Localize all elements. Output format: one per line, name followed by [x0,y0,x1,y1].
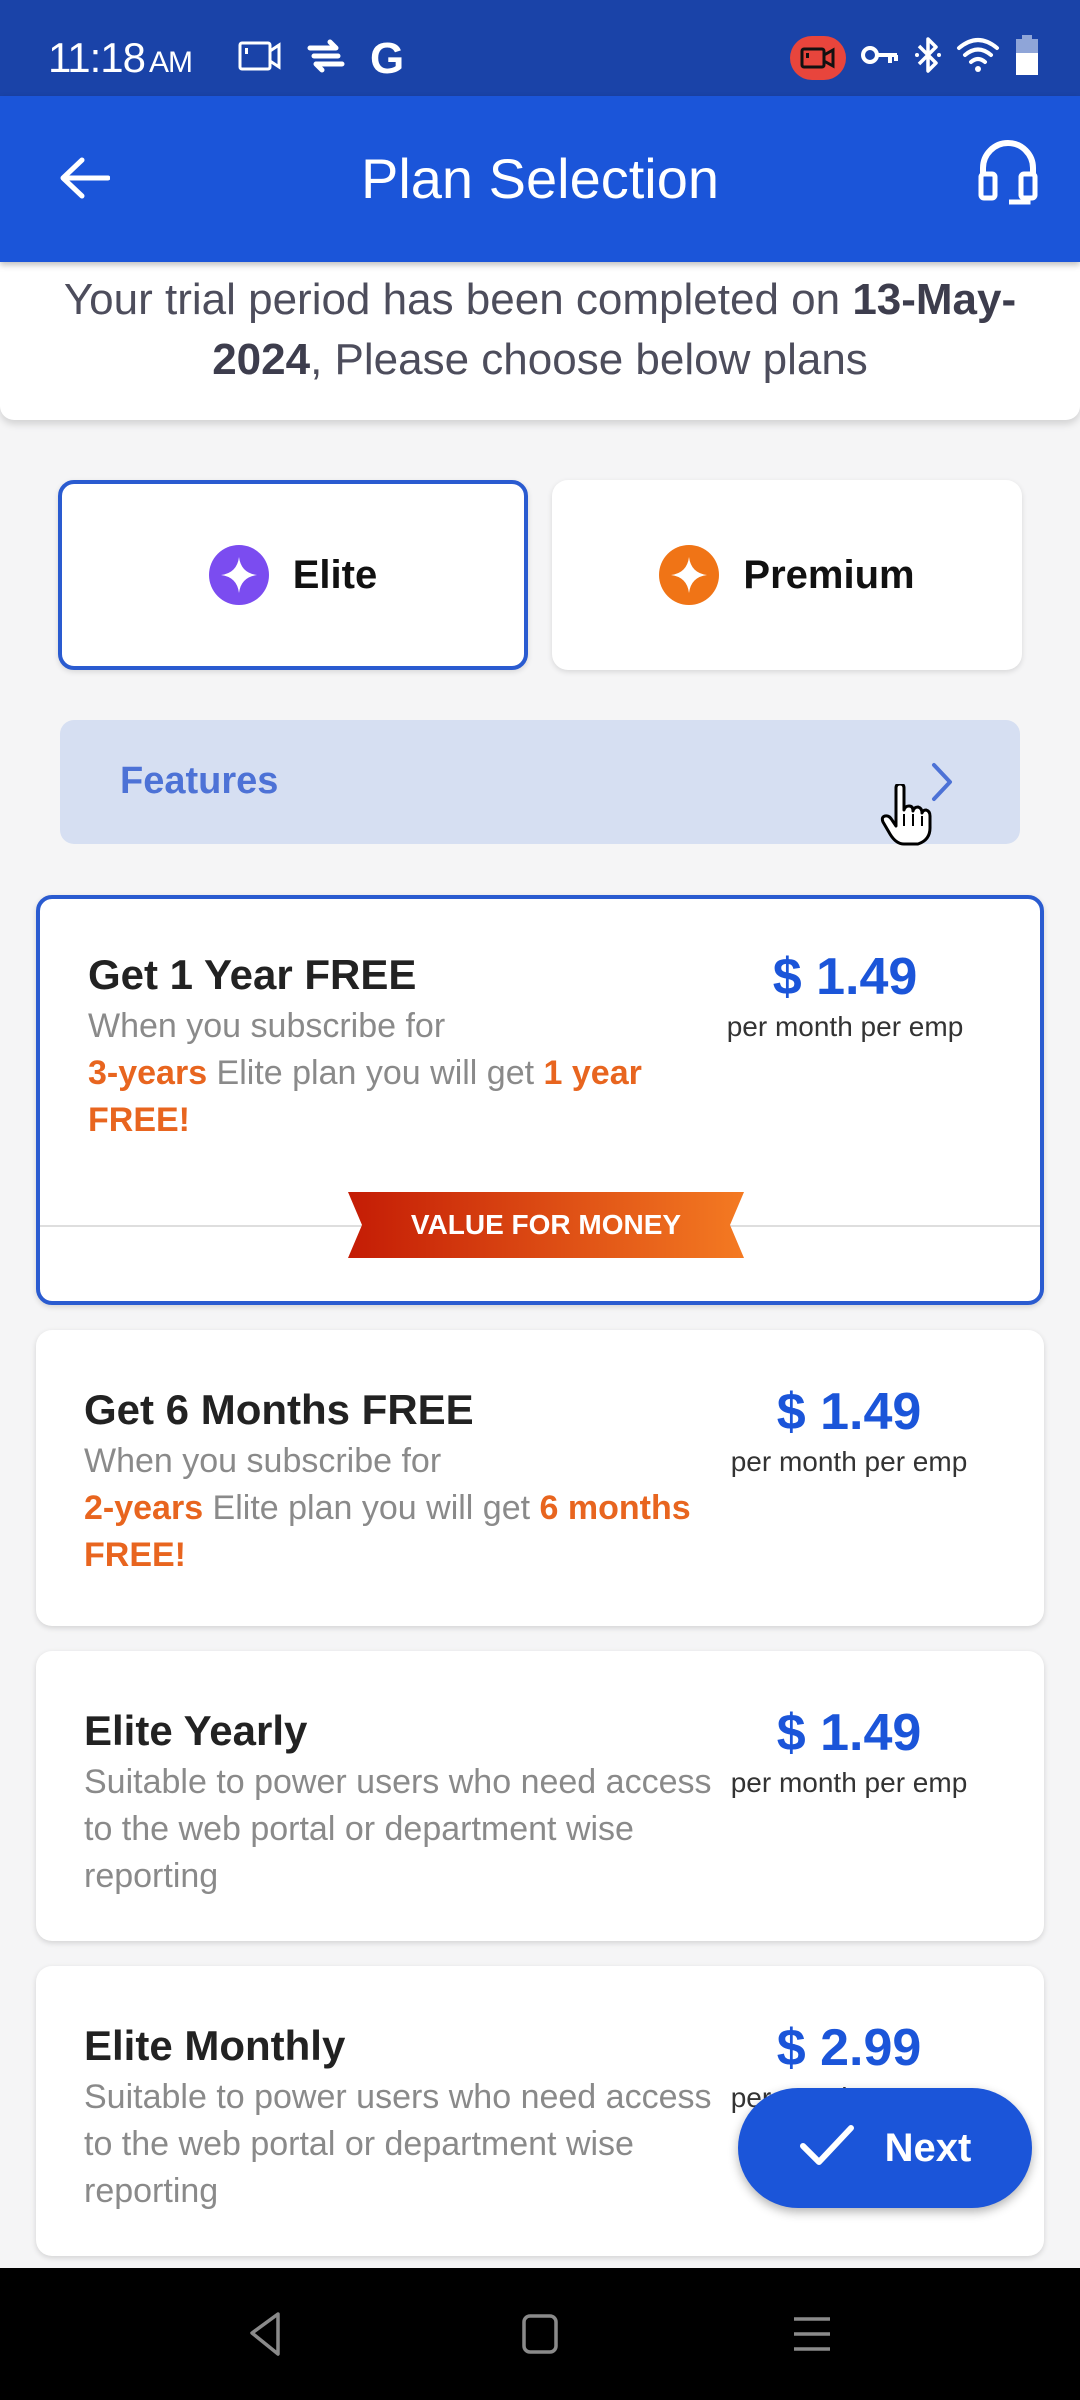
check-icon [799,2124,855,2173]
ampm-text: AM [149,46,193,79]
wifi-icon [956,36,1000,79]
trial-message-suffix: , Please choose below plans [310,335,868,384]
plan-title: Elite Monthly [84,2022,346,2069]
plan-price: $ 1.49 per month per emp [704,1382,994,1478]
nav-home-button[interactable] [510,2306,570,2366]
plan-title: Elite Yearly [84,1707,308,1754]
plan-tab-elite[interactable]: Elite [58,480,528,670]
desc-highlight: 3-years [88,1054,208,1092]
price-amount: $ 1.49 [772,948,918,1006]
features-label: Features [120,760,279,802]
sync-icon [304,38,348,79]
trial-message-text: Your trial period has been completed on [63,275,853,324]
status-time: 11:18 AM [48,34,193,82]
sparkle-icon [659,545,720,605]
recording-badge-icon [790,35,846,80]
desc-text: Elite plan you will get [207,1054,544,1092]
plan-description: When you subscribe for 3-years Elite pla… [88,1003,738,1144]
price-amount: $ 1.49 [776,1383,922,1441]
plan-price: $ 1.49 per month per emp [700,947,990,1043]
google-icon: G [370,33,405,83]
recents-nav-icon [792,2314,832,2359]
sparkle-icon [208,545,269,605]
price-amount: $ 2.99 [776,2019,922,2077]
price-unit: per month per emp [730,1767,968,1798]
next-label: Next [884,2125,972,2170]
plan-description: Suitable to power users who need access … [84,1763,712,1895]
plan-tab-premium[interactable]: Premium [552,480,1022,670]
plan-title: Get 6 Months FREE [84,1386,474,1433]
home-nav-icon [520,2312,560,2361]
desc-text: When you subscribe for [88,1007,446,1045]
nav-recents-button[interactable] [782,2306,842,2366]
plan-description: Suitable to power users who need access … [84,2078,712,2210]
bluetooth-icon [914,35,942,80]
desc-text: When you subscribe for [84,1442,442,1480]
page-title: Plan Selection [360,147,719,210]
plan-tab-label: Elite [292,552,378,597]
status-bar: 11:18 AM G [0,0,1080,96]
plan-title: Get 1 Year FREE [88,951,417,998]
features-row[interactable]: Features [60,720,1020,844]
back-nav-icon [246,2311,286,2362]
nav-back-button[interactable] [236,2306,296,2366]
app-bar: Plan Selection [0,96,1080,262]
battery-icon [1014,34,1040,81]
hand-pointer-cursor-icon [880,782,936,851]
plan-card-1-year-free[interactable]: Get 1 Year FREE When you subscribe for 3… [36,895,1044,1305]
value-for-money-badge: VALUE FOR MONEY [348,1192,744,1258]
support-button[interactable] [972,134,1044,214]
plan-description: When you subscribe for 2-years Elite pla… [84,1438,734,1579]
plan-card-6-months-free[interactable]: Get 6 Months FREE When you subscribe for… [36,1330,1044,1626]
system-nav-bar [0,2268,1080,2400]
badge-text: VALUE FOR MONEY [410,1209,682,1240]
next-button[interactable]: Next [738,2088,1032,2208]
price-amount: $ 1.49 [776,1704,922,1762]
screen-record-icon [238,40,282,77]
plan-tab-label: Premium [743,552,915,597]
headset-icon [977,138,1039,211]
desc-highlight: 2-years [84,1489,204,1527]
vpn-key-icon [860,41,900,74]
plan-price: $ 1.49 per month per emp [704,1703,994,1799]
time-text: 11:18 [48,34,146,81]
price-unit: per month per emp [730,1446,968,1477]
trial-expired-banner: Your trial period has been completed on … [0,262,1080,420]
plan-card-elite-yearly[interactable]: Elite Yearly Suitable to power users who… [36,1651,1044,1941]
desc-text: Elite plan you will get [203,1489,540,1527]
price-unit: per month per emp [726,1011,964,1042]
